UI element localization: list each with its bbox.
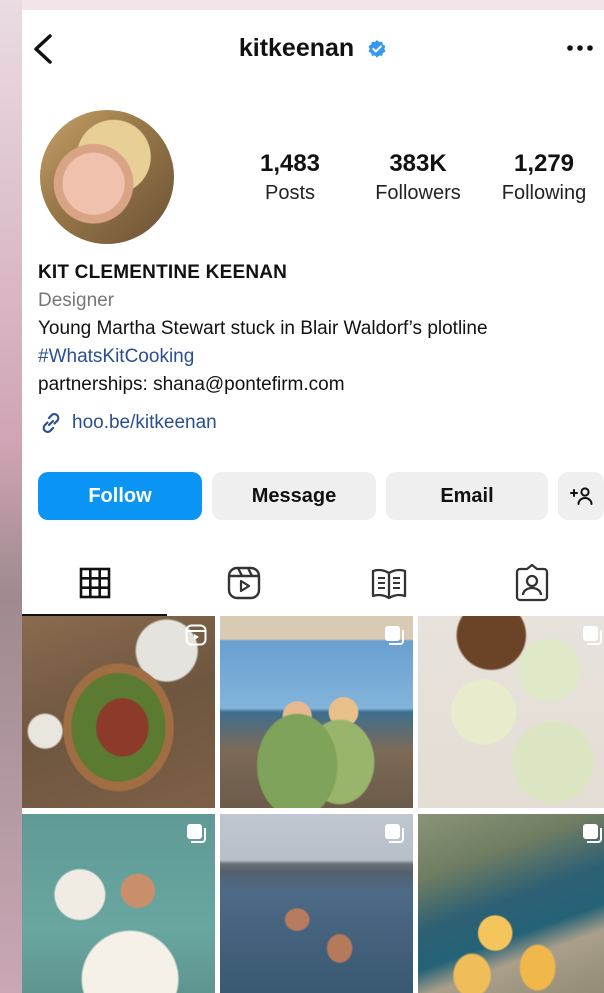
category-label: Designer	[38, 290, 115, 311]
suggested-accounts-button[interactable]	[558, 472, 604, 520]
profile-screen: kitkeenan 1,483 Posts 383K Followers 1,2…	[22, 10, 604, 993]
following-label: Following	[501, 182, 587, 204]
verified-badge-icon	[367, 37, 387, 58]
post-thumbnail-6[interactable]	[418, 814, 604, 993]
add-user-icon	[570, 487, 593, 505]
post-thumbnail-2[interactable]	[220, 616, 413, 808]
following-value: 1,279	[513, 150, 575, 177]
tab-guides[interactable]	[316, 550, 461, 616]
username: kitkeenan	[238, 34, 355, 62]
profile-link-text: hoo.be/kitkeenan	[72, 412, 217, 433]
profile-avatar[interactable]	[40, 110, 174, 244]
posts-grid	[22, 616, 604, 993]
tab-posts-grid[interactable]	[22, 550, 167, 616]
post-thumbnail-3[interactable]	[418, 616, 604, 808]
guides-icon	[371, 568, 406, 600]
followers-count[interactable]: 383K Followers	[366, 150, 470, 205]
more-horizontal-icon	[567, 45, 593, 51]
posts-count[interactable]: 1,483 Posts	[250, 150, 330, 205]
profile-tabs	[22, 550, 604, 616]
profile-username-header: kitkeenan	[22, 34, 604, 63]
action-buttons: Follow Message Email	[38, 472, 604, 520]
tab-tagged[interactable]	[459, 550, 604, 616]
link-icon	[42, 413, 60, 433]
message-button[interactable]: Message	[212, 472, 376, 520]
carousel-badge-icon	[385, 824, 404, 843]
follow-button[interactable]: Follow	[38, 472, 202, 520]
tagged-icon	[515, 564, 548, 602]
carousel-badge-icon	[583, 824, 602, 843]
followers-value: 383K	[389, 150, 447, 177]
bio-hashtag[interactable]: #WhatsKitCooking	[38, 346, 598, 368]
carousel-badge-icon	[385, 626, 404, 645]
background-edge	[0, 0, 22, 993]
post-thumbnail-5[interactable]	[220, 814, 413, 993]
profile-link[interactable]: hoo.be/kitkeenan	[38, 410, 598, 436]
tab-reels[interactable]	[171, 550, 316, 616]
email-button[interactable]: Email	[386, 472, 548, 520]
post-thumbnail-4[interactable]	[22, 814, 215, 993]
carousel-badge-icon	[583, 626, 602, 645]
reels-icon	[227, 566, 260, 600]
top-bar: kitkeenan	[22, 10, 604, 90]
profile-bio: KIT CLEMENTINE KEENAN Designer Young Mar…	[38, 262, 598, 436]
post-thumbnail-1[interactable]	[22, 616, 215, 808]
display-name: KIT CLEMENTINE KEENAN	[38, 262, 288, 283]
grid-icon	[79, 567, 110, 599]
posts-label: Posts	[264, 182, 316, 204]
bio-text: Young Martha Stewart stuck in Blair Wald…	[38, 318, 488, 339]
followers-label: Followers	[375, 182, 461, 204]
reel-badge-icon	[185, 624, 207, 646]
carousel-badge-icon	[187, 824, 206, 843]
following-count[interactable]: 1,279 Following	[494, 150, 594, 205]
bio-contact: partnerships: shana@pontefirm.com	[38, 374, 345, 395]
posts-value: 1,483	[259, 150, 321, 177]
more-options-button[interactable]	[562, 34, 598, 58]
